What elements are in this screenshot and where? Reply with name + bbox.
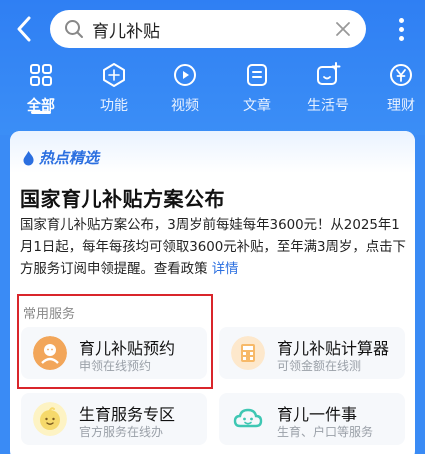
tab-videos[interactable]: 视频	[155, 62, 215, 118]
news-body: 国家育儿补贴方案公布，3周岁前每娃每年3600元！从2025年1月1日起，每年每…	[20, 215, 412, 281]
search-icon	[65, 20, 83, 38]
service-subtitle: 官方服务在线办	[79, 425, 164, 439]
search-bar[interactable]	[50, 10, 366, 48]
baby-face-icon	[33, 402, 67, 436]
dot-icon	[398, 26, 404, 32]
service-childcare-one-stop[interactable]: 育儿一件事 生育、户口等服务	[219, 393, 405, 445]
app-header: 全部 功能 视频 文章	[0, 0, 425, 135]
tab-articles[interactable]: 文章	[227, 62, 287, 118]
hot-picks-tag: 热点精选	[22, 147, 99, 168]
detail-link[interactable]: 详情	[212, 262, 239, 277]
search-input[interactable]	[92, 19, 312, 39]
service-title: 生育服务专区	[79, 405, 176, 424]
close-icon[interactable]	[334, 20, 352, 38]
tab-label: 理财	[387, 98, 415, 114]
flame-icon	[23, 150, 34, 165]
tab-label: 生活号	[307, 98, 349, 114]
calculator-icon	[231, 336, 265, 370]
dot-icon	[398, 17, 404, 23]
hot-topic-card: 热点精选 国家育儿补贴方案公布 国家育儿补贴方案公布，3周岁前每娃每年3600元…	[10, 131, 415, 454]
plus-chat-icon	[317, 62, 341, 85]
cube-icon	[103, 63, 125, 87]
more-menu-button[interactable]	[386, 12, 416, 46]
news-title[interactable]: 国家育儿补贴方案公布	[20, 183, 225, 212]
tab-life-accounts[interactable]: 生活号	[298, 62, 358, 118]
cloud-smile-icon	[233, 408, 263, 428]
chevron-left-icon	[17, 16, 31, 42]
back-button[interactable]	[10, 14, 38, 44]
service-subtitle: 可领金额在线测	[277, 359, 362, 373]
dot-icon	[398, 35, 404, 41]
baby-icon	[33, 336, 67, 370]
hot-tag-label: 热点精选	[39, 149, 100, 167]
grid-icon	[30, 64, 52, 86]
play-icon	[174, 64, 196, 86]
tab-label: 文章	[243, 98, 271, 114]
tab-label: 视频	[171, 98, 199, 114]
service-subsidy-calculator[interactable]: 育儿补贴计算器 可领金额在线测	[219, 327, 405, 379]
document-icon	[247, 64, 267, 86]
service-subtitle: 申领在线预约	[79, 359, 152, 373]
tab-functions[interactable]: 功能	[84, 62, 144, 118]
service-childcare-subsidy-booking[interactable]: 育儿补贴预约 申领在线预约	[21, 327, 207, 379]
tab-all[interactable]: 全部	[11, 62, 71, 118]
service-title: 育儿补贴预约	[79, 339, 176, 358]
category-tabs: 全部 功能 视频 文章 生活号 理财	[0, 62, 425, 118]
yen-icon	[390, 64, 412, 86]
service-subtitle: 生育、户口等服务	[277, 425, 374, 439]
active-tab-indicator	[31, 111, 51, 114]
service-maternity-zone[interactable]: 生育服务专区 官方服务在线办	[21, 393, 207, 445]
tab-finance[interactable]: 理财	[371, 62, 425, 118]
tab-label: 功能	[100, 98, 128, 114]
service-title: 育儿补贴计算器	[277, 339, 390, 358]
service-title: 育儿一件事	[277, 405, 358, 424]
